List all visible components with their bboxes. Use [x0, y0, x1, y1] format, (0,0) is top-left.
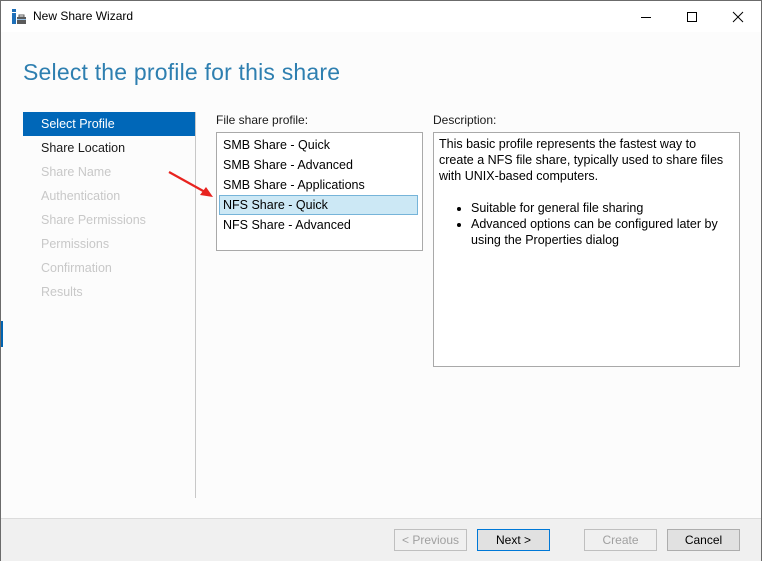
title-bar[interactable]: New Share Wizard [1, 1, 761, 32]
profile-item-nfs-quick[interactable]: NFS Share - Quick [219, 195, 418, 215]
previous-button[interactable]: < Previous [394, 529, 467, 551]
nav-step-permissions: Permissions [41, 237, 110, 251]
maximize-icon [687, 11, 697, 22]
description-bullet: Suitable for general file sharing [471, 200, 734, 216]
description-label: Description: [433, 113, 497, 127]
maximize-button[interactable] [669, 1, 715, 32]
next-button[interactable]: Next > [477, 529, 550, 551]
minimize-button[interactable] [623, 1, 669, 32]
wizard-steps-nav: Select Profile Share Location Share Name… [23, 112, 195, 304]
description-bullets: Suitable for general file sharing Advanc… [439, 200, 734, 248]
close-icon [732, 11, 744, 22]
wizard-window: New Share Wizard Select the profile for … [0, 0, 762, 561]
create-button[interactable]: Create [584, 529, 657, 551]
profile-item-nfs-advanced[interactable]: NFS Share - Advanced [219, 215, 418, 235]
cancel-button[interactable]: Cancel [667, 529, 740, 551]
profile-item-smb-applications[interactable]: SMB Share - Applications [219, 175, 418, 195]
window-title: New Share Wizard [33, 9, 134, 23]
nav-step-results: Results [41, 285, 83, 299]
red-arrow-annotation-icon [168, 171, 213, 197]
file-share-profile-list[interactable]: SMB Share - Quick SMB Share - Advanced S… [216, 132, 423, 251]
description-box: This basic profile represents the fastes… [433, 132, 740, 367]
minimize-icon [641, 16, 651, 18]
nav-step-share-permissions: Share Permissions [41, 213, 146, 227]
page-title: Select the profile for this share [23, 59, 341, 85]
description-bullet: Advanced options can be configured later… [471, 216, 734, 248]
nav-step-share-location[interactable]: Share Location [23, 136, 195, 160]
profile-item-smb-advanced[interactable]: SMB Share - Advanced [219, 155, 418, 175]
share-wizard-app-icon [12, 9, 26, 24]
wizard-footer: < Previous Next > Create Cancel [1, 518, 761, 561]
file-share-profile-label: File share profile: [216, 113, 309, 127]
background-window-edge [1, 321, 3, 347]
nav-step-confirmation: Confirmation [41, 261, 112, 275]
description-text: This basic profile represents the fastes… [439, 137, 724, 183]
close-button[interactable] [715, 1, 761, 32]
profile-item-smb-quick[interactable]: SMB Share - Quick [219, 135, 418, 155]
nav-step-select-profile[interactable]: Select Profile [23, 112, 195, 136]
